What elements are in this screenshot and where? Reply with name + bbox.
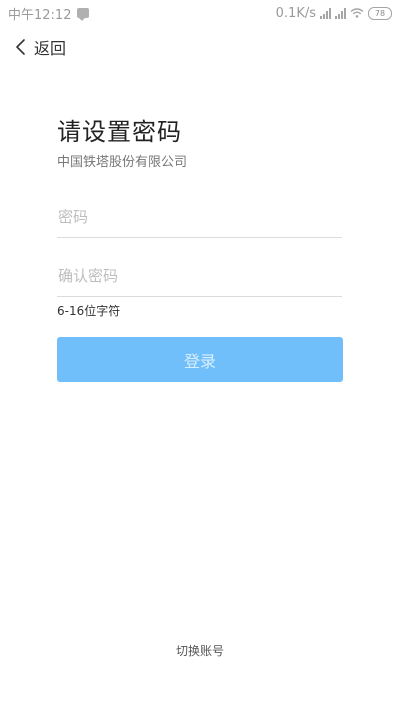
company-name: 中国铁塔股份有限公司: [57, 155, 188, 170]
confirm-password-field-container: [57, 256, 342, 297]
back-label: 返回: [34, 39, 67, 58]
switch-account-link[interactable]: 切换账号: [0, 642, 400, 659]
password-field-container: [57, 197, 342, 238]
back-button[interactable]: 返回: [14, 35, 66, 59]
battery-icon: 78: [368, 6, 392, 20]
network-speed: 0.1K/s: [275, 5, 316, 21]
password-hint: 6-16位字符: [57, 304, 121, 318]
chevron-left-icon: [16, 39, 25, 55]
status-time: 中午12:12: [8, 7, 72, 23]
status-bar: 中午12:12 0.1K/s 78: [0, 0, 400, 26]
wifi-icon: [350, 8, 364, 18]
status-right: 0.1K/s 78: [276, 6, 392, 21]
password-input[interactable]: [57, 197, 342, 237]
status-left: 中午12:12: [8, 4, 90, 23]
confirm-password-input[interactable]: [57, 256, 342, 296]
signal-icon: [320, 7, 331, 19]
login-button[interactable]: 登录: [57, 337, 343, 382]
signal-icon: [335, 7, 346, 19]
page-title: 请设置密码: [57, 118, 182, 146]
message-icon: [77, 8, 90, 21]
